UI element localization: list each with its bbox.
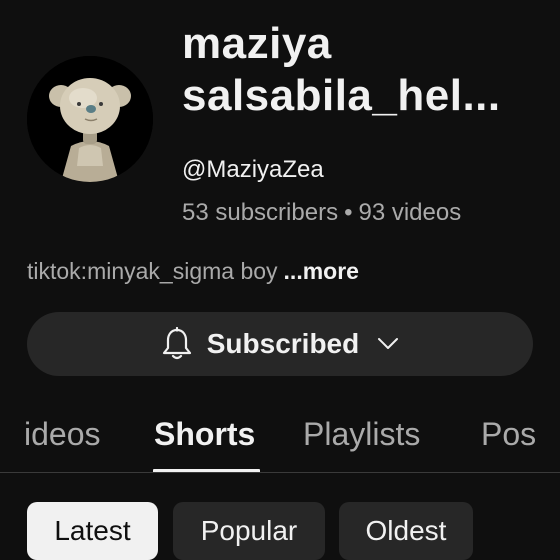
channel-avatar[interactable] <box>27 56 153 182</box>
channel-tabs: ideos Shorts Playlists Pos <box>0 400 560 474</box>
channel-stats: 53 subscribers • 93 videos <box>182 198 461 228</box>
description-text: tiktok:minyak_sigma boy <box>27 258 278 284</box>
bell-icon <box>161 327 193 361</box>
video-count: 93 videos <box>358 199 462 226</box>
avatar-image <box>27 56 153 182</box>
channel-description[interactable]: tiktok:minyak_sigma boy ...more <box>27 256 359 286</box>
chip-oldest[interactable]: Oldest <box>339 502 473 560</box>
tab-videos[interactable]: ideos <box>24 414 101 454</box>
tab-shorts[interactable]: Shorts <box>154 414 255 454</box>
tab-posts[interactable]: Pos <box>481 414 536 454</box>
channel-name-line1: maziya <box>182 19 332 68</box>
tabs-divider <box>0 472 560 473</box>
subscribed-label: Subscribed <box>206 328 360 359</box>
tab-playlists[interactable]: Playlists <box>303 414 420 454</box>
chip-latest[interactable]: Latest <box>27 502 158 560</box>
channel-name: maziya salsabila_hel... <box>182 18 552 122</box>
channel-handle: @MaziyaZea <box>182 156 324 183</box>
channel-name-line2: salsabila_hel... <box>182 71 501 120</box>
chevron-down-icon <box>377 337 399 351</box>
more-link[interactable]: ...more <box>284 258 359 284</box>
subscriber-count: 53 subscribers <box>182 199 339 226</box>
subscribed-button[interactable]: Subscribed <box>27 312 533 376</box>
chip-popular[interactable]: Popular <box>173 502 325 560</box>
stats-separator: • <box>344 199 353 226</box>
